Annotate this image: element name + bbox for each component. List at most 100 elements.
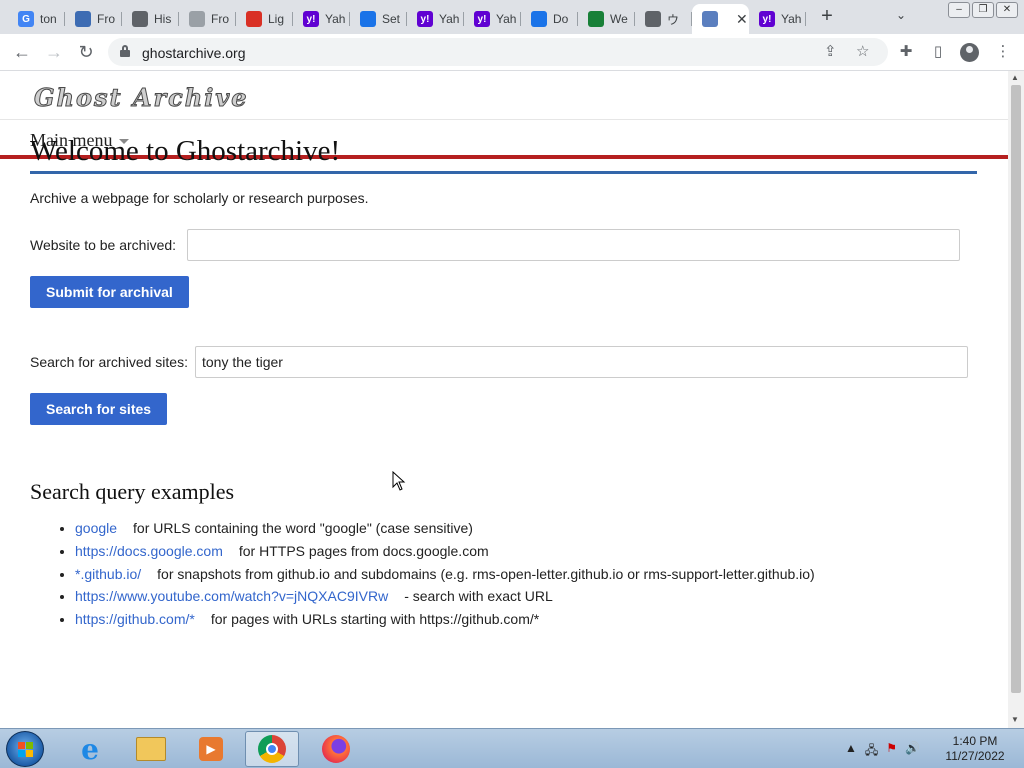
example-link[interactable]: https://github.com/*	[75, 611, 195, 627]
share-icon[interactable]: ⇪	[824, 42, 837, 60]
clock-date: 11/27/2022	[945, 749, 1005, 763]
shirt-icon	[189, 11, 205, 27]
taskbar-chrome[interactable]	[245, 731, 299, 767]
window-controls: – ❐ ✕	[948, 2, 1018, 18]
volume-icon[interactable]: 🔊	[905, 741, 920, 762]
action-center-icon[interactable]: ⚑	[886, 741, 897, 762]
example-description: - search with exact URL	[404, 588, 553, 605]
profile-icon[interactable]	[960, 43, 979, 62]
browser-tab[interactable]: Fro	[179, 4, 236, 34]
example-description: for HTTPS pages from docs.google.com	[238, 542, 489, 559]
archive-url-input[interactable]	[187, 229, 960, 261]
example-link[interactable]: google	[75, 520, 117, 536]
address-bar[interactable]: ghostarchive.org ⇪ ☆	[108, 38, 888, 66]
reload-icon[interactable]: ↻	[74, 41, 98, 65]
example-description: for pages with URLs starting with https:…	[210, 611, 540, 628]
taskbar-firefox[interactable]	[309, 731, 363, 767]
browser-tab[interactable]: y! Yah	[407, 4, 464, 34]
example-link[interactable]: *.github.io/	[75, 566, 141, 582]
submit-archival-button[interactable]: Submit for archival	[30, 276, 189, 308]
bookmark-star-icon[interactable]: ☆	[856, 42, 869, 60]
example-link[interactable]: https://docs.google.com	[75, 543, 223, 559]
archive-form-row: Website to be archived:	[30, 229, 977, 261]
windows-taskbar: e ▶ ▲ 🖧 ⚑ 🔊 1:40 PM 11/27/2022	[0, 728, 1024, 768]
side-panel-icon[interactable]: ▯	[928, 42, 948, 62]
taskbar-media-player[interactable]: ▶	[184, 731, 238, 767]
search-form-row: Search for archived sites:	[30, 346, 977, 378]
internet-explorer-icon: e	[81, 732, 99, 766]
site-header: Ghost Archive	[0, 71, 1008, 120]
site-logo[interactable]: Ghost Archive	[34, 83, 249, 113]
tab-title: ton	[40, 12, 57, 26]
minimize-icon[interactable]: –	[948, 2, 970, 18]
close-window-icon[interactable]: ✕	[996, 2, 1018, 18]
browser-tab[interactable]: Set	[350, 4, 407, 34]
tab-title: Yah	[781, 12, 802, 26]
system-clock[interactable]: 1:40 PM 11/27/2022	[940, 734, 1010, 764]
tab-title: Yah	[439, 12, 460, 26]
globe-icon	[132, 11, 148, 27]
lock-icon[interactable]	[120, 45, 130, 57]
scrollbar-thumb[interactable]	[1011, 85, 1021, 693]
browser-tab[interactable]: We	[578, 4, 635, 34]
new-tab-icon[interactable]: +	[816, 6, 838, 28]
tab-title: His	[154, 12, 172, 26]
browser-tab[interactable]: Lig	[236, 4, 293, 34]
example-description: for snapshots from github.io and subdoma…	[157, 565, 815, 582]
tab-title: ウ	[667, 12, 680, 27]
example-description: for URLS containing the word "google" (c…	[133, 520, 473, 536]
tab-strip: Gton Fro His Fro Lig y! Yah Set y! Yah y! Yah Do We ウ ✕…	[0, 0, 1024, 34]
system-tray: ▲ 🖧 ⚑ 🔊	[845, 741, 920, 762]
browser-tab[interactable]: y! Yah	[464, 4, 521, 34]
tab-search-icon[interactable]: ⌄	[896, 8, 906, 22]
taskbar-file-explorer[interactable]	[124, 731, 178, 767]
yahoo-icon: y!	[759, 11, 775, 27]
main-content: Welcome to Ghostarchive! Archive a webpa…	[30, 135, 977, 631]
tab-title: Do	[553, 12, 569, 26]
example-item: *.github.io/for snapshots from github.io…	[75, 563, 977, 586]
spreadsheet-icon	[588, 11, 604, 27]
browser-tab[interactable]: His	[122, 4, 179, 34]
tab-title: Set	[382, 12, 401, 26]
windows-logo-icon	[18, 742, 34, 758]
scroll-up-icon[interactable]: ▲	[1011, 73, 1019, 82]
search-label: Search for archived sites:	[30, 354, 188, 370]
back-icon[interactable]: ←	[10, 41, 34, 65]
browser-tab[interactable]: Gton	[8, 4, 65, 34]
yahoo-icon: y!	[474, 11, 490, 27]
page-title: Welcome to Ghostarchive!	[30, 135, 977, 174]
search-sites-button[interactable]: Search for sites	[30, 393, 168, 425]
intro-text: Archive a webpage for scholarly or resea…	[30, 190, 369, 206]
archive-url-label: Website to be archived:	[30, 237, 177, 253]
firefox-icon	[322, 735, 350, 763]
extensions-icon[interactable]: ✚	[896, 42, 916, 62]
browser-tab[interactable]: ウ	[635, 4, 692, 34]
show-hidden-icons-icon[interactable]: ▲	[845, 741, 857, 762]
examples-heading: Search query examples	[30, 479, 235, 504]
menu-kebab-icon[interactable]: ⋮	[993, 42, 1013, 62]
examples-list: google for URLS containing the word "goog…	[30, 517, 977, 631]
search-input[interactable]	[195, 346, 968, 378]
clock-time: 1:40 PM	[952, 734, 998, 748]
chrome-icon	[258, 735, 286, 763]
maximize-icon[interactable]: ❐	[972, 2, 994, 18]
taskbar-internet-explorer[interactable]: e	[63, 731, 117, 767]
browser-tab[interactable]: y! Yah	[293, 4, 350, 34]
network-icon[interactable]: 🖧	[865, 741, 878, 762]
page-scrollbar[interactable]: ▲ ▼	[1008, 71, 1024, 728]
ghost-archive-icon	[702, 11, 718, 27]
browser-tab[interactable]: Fro	[65, 4, 122, 34]
tab-title: Yah	[325, 12, 346, 26]
browser-tab[interactable]: ✕	[692, 4, 749, 34]
example-link[interactable]: https://www.youtube.com/watch?v=jNQXAC9I…	[75, 588, 388, 604]
scroll-down-icon[interactable]: ▼	[1011, 715, 1019, 724]
close-tab-icon[interactable]: ✕	[736, 11, 748, 28]
url-text[interactable]: ghostarchive.org	[142, 45, 246, 61]
browser-tab[interactable]: y! Yah	[749, 4, 806, 34]
tab-title: We	[610, 12, 628, 26]
forward-icon[interactable]: →	[42, 41, 66, 65]
browser-tab[interactable]: Do	[521, 4, 578, 34]
start-button[interactable]	[6, 731, 44, 767]
browser-toolbar: ← → ↻ ghostarchive.org ⇪ ☆ ✚ ▯ ⋮	[0, 34, 1024, 71]
tab-title: Fro	[97, 12, 115, 26]
